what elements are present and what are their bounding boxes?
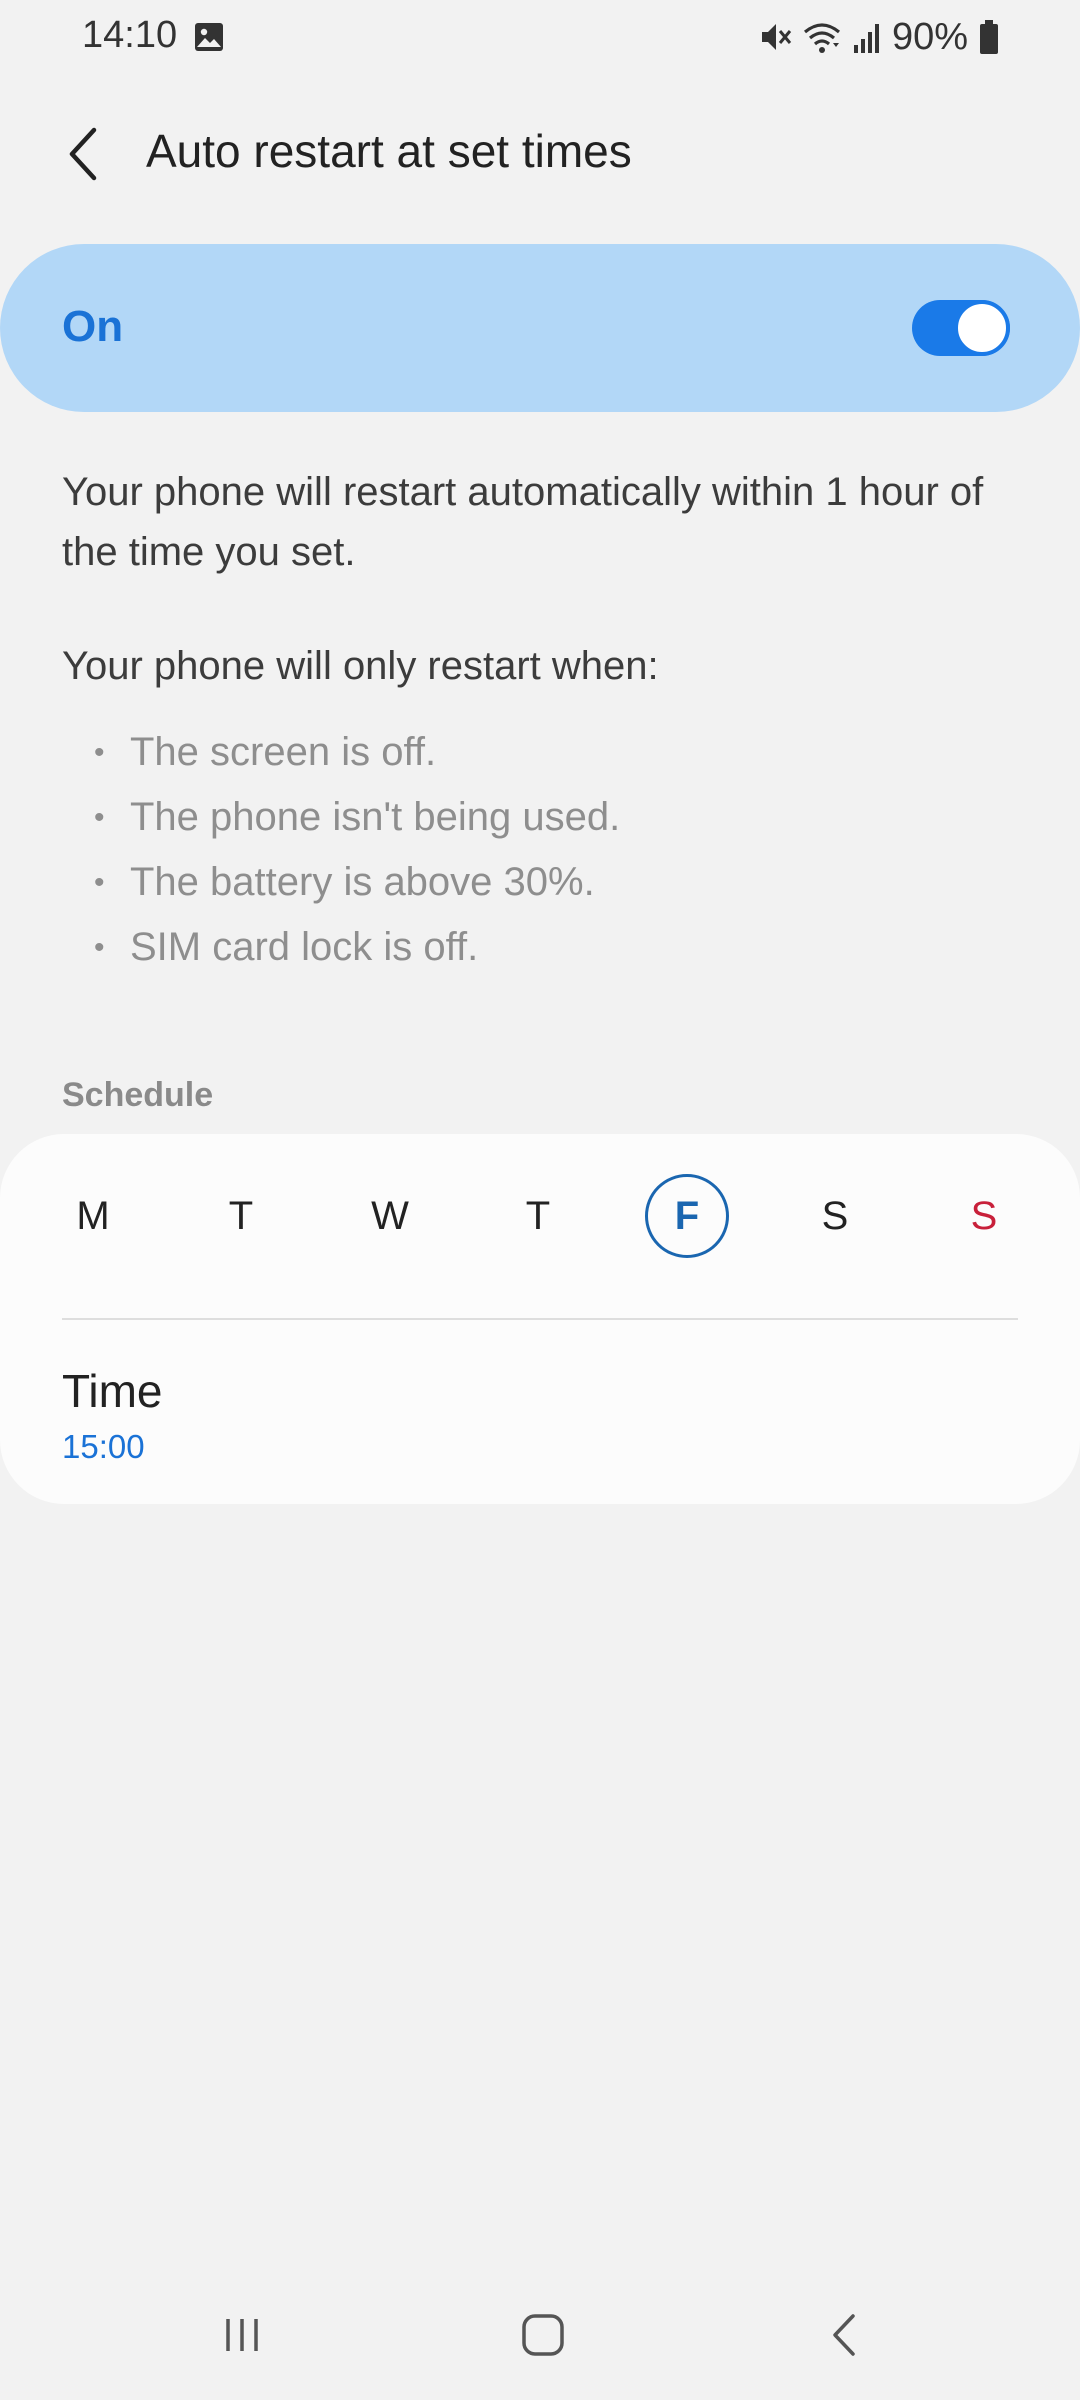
- day-monday[interactable]: M: [51, 1174, 135, 1258]
- battery-icon: [978, 19, 1000, 55]
- day-wednesday[interactable]: W: [348, 1174, 432, 1258]
- condition-text: SIM card lock is off.: [130, 925, 479, 969]
- nav-back-button[interactable]: [785, 2290, 905, 2380]
- time-value: 15:00: [62, 1428, 145, 1465]
- list-item: • The phone isn't being used.: [90, 785, 620, 850]
- day-thursday[interactable]: T: [496, 1174, 580, 1258]
- bullet-icon: •: [94, 801, 105, 834]
- bullet-icon: •: [94, 931, 105, 964]
- condition-text: The screen is off.: [130, 730, 437, 774]
- conditions-intro: Your phone will only restart when:: [62, 644, 659, 688]
- bullet-icon: •: [94, 736, 105, 769]
- back-button[interactable]: [48, 118, 120, 190]
- day-tuesday[interactable]: T: [199, 1174, 283, 1258]
- day-sunday[interactable]: S: [942, 1174, 1026, 1258]
- list-item: • The battery is above 30%.: [90, 850, 620, 915]
- list-item: • SIM card lock is off.: [90, 915, 620, 980]
- home-button[interactable]: [483, 2290, 603, 2380]
- signal-icon: [852, 19, 882, 55]
- day-selector: M T W T F S S: [0, 1174, 1080, 1320]
- status-time: 14:10: [82, 14, 178, 56]
- divider: [62, 1318, 1018, 1320]
- chevron-left-icon: [69, 127, 97, 181]
- recent-apps-icon: [226, 2319, 258, 2351]
- bullet-icon: •: [94, 866, 105, 899]
- status-icons: 90%: [758, 14, 1000, 60]
- description-text: Your phone will restart automatically wi…: [62, 470, 984, 574]
- recent-apps-button[interactable]: [182, 2290, 302, 2380]
- home-icon: [522, 2314, 564, 2356]
- condition-text: The battery is above 30%.: [130, 860, 595, 904]
- gallery-icon: [194, 22, 224, 52]
- list-item: • The screen is off.: [90, 720, 620, 785]
- schedule-card: M T W T F S S Time 15:00: [0, 1134, 1080, 1504]
- battery-percentage: 90%: [891, 15, 968, 58]
- back-icon: [833, 2314, 855, 2356]
- master-switch-label: On: [62, 302, 124, 351]
- status-bar: 14:10 90%: [0, 0, 1080, 76]
- navigation-bar: [0, 2270, 1080, 2400]
- schedule-section-label: Schedule: [62, 1076, 214, 1114]
- wifi-icon: [802, 19, 842, 55]
- app-header: Auto restart at set times: [0, 100, 1080, 210]
- master-switch-bar[interactable]: On: [0, 244, 1080, 412]
- day-friday[interactable]: F: [645, 1174, 729, 1258]
- day-saturday[interactable]: S: [793, 1174, 877, 1258]
- time-label: Time: [62, 1365, 163, 1417]
- conditions-list: • The screen is off. • The phone isn't b…: [90, 720, 620, 980]
- condition-text: The phone isn't being used.: [130, 795, 621, 839]
- page-title: Auto restart at set times: [146, 125, 632, 177]
- toggle-knob: [954, 300, 1010, 356]
- master-toggle-switch[interactable]: [912, 300, 1010, 356]
- mute-icon: [758, 19, 792, 55]
